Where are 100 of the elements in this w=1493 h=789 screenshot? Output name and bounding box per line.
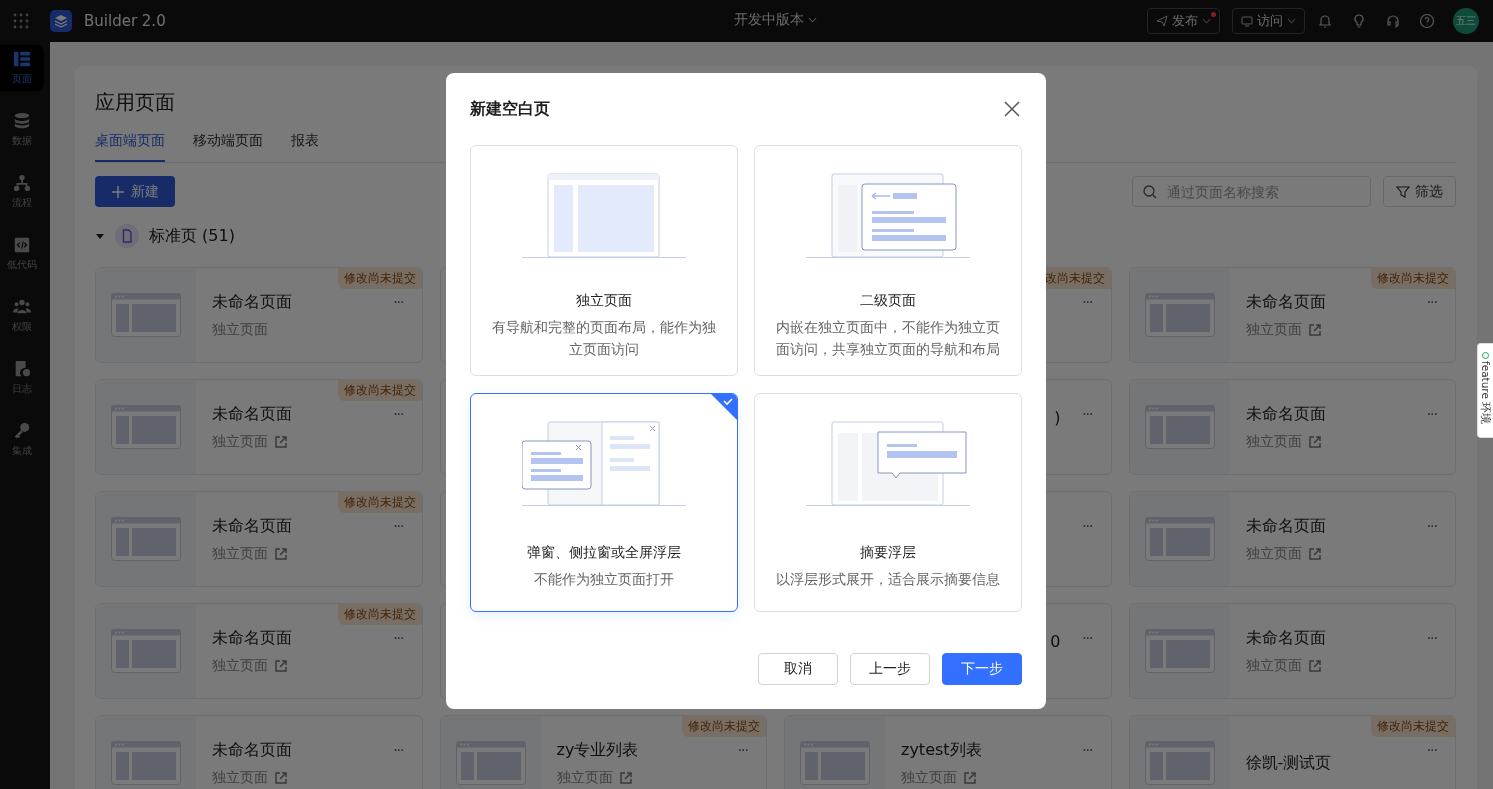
unsubmitted-badge: 修改尚未提交 bbox=[1371, 716, 1455, 737]
unsubmitted-badge: 修改尚未提交 bbox=[337, 604, 422, 625]
more-button[interactable]: ··· bbox=[1426, 630, 1437, 646]
hierarchy-icon bbox=[13, 174, 31, 192]
help-icon[interactable] bbox=[1419, 13, 1435, 29]
page-card[interactable]: 未命名页面 独立页面 ··· bbox=[1128, 603, 1456, 699]
app-grid-icon[interactable] bbox=[12, 12, 30, 30]
page-type: 独立页面 bbox=[212, 320, 268, 339]
dialog-title: 新建空白页 bbox=[470, 98, 550, 120]
more-button[interactable]: ··· bbox=[393, 294, 404, 310]
monitor-icon bbox=[1241, 15, 1253, 27]
more-button[interactable]: ··· bbox=[1082, 294, 1093, 310]
page-card[interactable]: 徐凯-测试页 ··· 修改尚未提交 bbox=[1128, 715, 1456, 789]
page-layout-icon bbox=[111, 517, 181, 561]
bell-icon[interactable] bbox=[1317, 13, 1333, 29]
environment-tab[interactable]: feature 环境 bbox=[1477, 343, 1493, 438]
page-name: 徐凯-测试页 bbox=[1245, 752, 1332, 774]
filter-icon bbox=[1396, 184, 1410, 199]
unsubmitted-badge: 修改尚未提交 bbox=[337, 380, 422, 401]
page-card[interactable]: zy专业列表 独立页面 ··· 修改尚未提交 bbox=[439, 715, 767, 789]
page-name: 未命名页面 bbox=[212, 739, 292, 761]
page-type: 独立页面 bbox=[556, 768, 613, 787]
tab[interactable]: 报表 bbox=[291, 126, 319, 162]
page-type: 独立页面 bbox=[901, 768, 957, 787]
page-name: 未命名页面 bbox=[212, 403, 292, 425]
page-name: 未命名页面 bbox=[1245, 627, 1326, 649]
external-link-icon[interactable] bbox=[1307, 322, 1322, 337]
environment-label: feature 环境 bbox=[1480, 361, 1492, 425]
filter-button[interactable]: 筛选 bbox=[1383, 176, 1456, 207]
page-name: zy专业列表 bbox=[556, 739, 639, 761]
dialog-button[interactable]: 取消 bbox=[758, 653, 838, 685]
page-name: 未命名页面 bbox=[212, 291, 292, 313]
more-button[interactable]: ··· bbox=[393, 406, 404, 422]
new-button[interactable]: 新建 bbox=[95, 176, 175, 207]
page-card[interactable]: 未命名页面 独立页面 ··· 修改尚未提交 bbox=[95, 491, 423, 587]
external-link-icon[interactable] bbox=[618, 770, 633, 785]
publish-button[interactable]: 发布 bbox=[1147, 8, 1220, 34]
external-link-icon[interactable] bbox=[274, 434, 288, 449]
log-icon bbox=[13, 360, 31, 378]
app-name: Builder 2.0 bbox=[84, 12, 166, 30]
page-layout-icon bbox=[1144, 293, 1215, 337]
external-link-icon[interactable] bbox=[963, 770, 977, 785]
page-card[interactable]: 未命名页面 独立页面 ··· 修改尚未提交 bbox=[95, 603, 423, 699]
caret-icon[interactable] bbox=[95, 231, 105, 241]
page-type-option[interactable]: 弹窗、侧拉窗或全屏浮层 不能作为独立页面打开 bbox=[470, 393, 738, 612]
page-card[interactable]: zytest列表 独立页面 ··· bbox=[784, 715, 1112, 789]
page-layout-icon bbox=[1144, 405, 1215, 449]
page-card[interactable]: 未命名页面 独立页面 ··· 修改尚未提交 bbox=[95, 267, 423, 363]
more-button[interactable]: ··· bbox=[1082, 630, 1093, 646]
unsubmitted-badge: 修改尚未提交 bbox=[682, 716, 766, 737]
page-card[interactable]: 未命名页面 独立页面 ··· bbox=[1128, 379, 1456, 475]
version-dropdown[interactable]: 开发中版本 bbox=[734, 11, 817, 29]
external-link-icon[interactable] bbox=[1307, 546, 1322, 561]
more-button[interactable]: ··· bbox=[1426, 406, 1437, 422]
more-button[interactable]: ··· bbox=[1082, 518, 1093, 534]
external-link-icon[interactable] bbox=[274, 546, 288, 561]
external-link-icon[interactable] bbox=[274, 770, 288, 785]
more-button[interactable]: ··· bbox=[1426, 518, 1437, 534]
unsubmitted-badge: 修改尚未提交 bbox=[337, 492, 422, 513]
close-icon[interactable] bbox=[1004, 101, 1020, 117]
page-layout-icon bbox=[455, 741, 526, 785]
external-link-icon[interactable] bbox=[1307, 434, 1322, 449]
page-card[interactable]: 未命名页面 独立页面 ··· 修改尚未提交 bbox=[1128, 267, 1456, 363]
page-layout-icon bbox=[800, 741, 870, 785]
page-type-option[interactable]: 二级页面 内嵌在独立页面中，不能作为独立页面访问，共享独立页面的导航和布局 bbox=[754, 145, 1022, 376]
layout-icon bbox=[13, 50, 31, 68]
send-icon bbox=[1156, 15, 1168, 27]
page-card[interactable]: 未命名页面 独立页面 ··· bbox=[1128, 491, 1456, 587]
headset-icon[interactable] bbox=[1385, 13, 1401, 29]
tab[interactable]: 桌面端页面 bbox=[95, 126, 165, 162]
more-button[interactable]: ··· bbox=[393, 518, 404, 534]
more-button[interactable]: ··· bbox=[737, 742, 748, 758]
tab[interactable]: 移动端页面 bbox=[193, 126, 263, 162]
page-layout-icon bbox=[1144, 517, 1215, 561]
plus-icon bbox=[111, 184, 125, 199]
page-type-option[interactable]: 独立页面 有导航和完整的页面布局，能作为独立页面访问 bbox=[470, 145, 738, 376]
more-button[interactable]: ··· bbox=[1082, 406, 1093, 422]
more-button[interactable]: ··· bbox=[1426, 294, 1437, 310]
user-avatar[interactable]: 五三 bbox=[1453, 8, 1479, 34]
page-type: 独立页面 bbox=[212, 432, 268, 451]
next-button[interactable]: 下一步 bbox=[942, 653, 1022, 685]
visit-button[interactable]: 访问 bbox=[1232, 8, 1305, 34]
page-name: 未命名页面 bbox=[212, 627, 292, 649]
more-button[interactable]: ··· bbox=[1082, 742, 1093, 758]
search-icon bbox=[1143, 185, 1157, 199]
unsubmitted-badge: 修改尚未提交 bbox=[1371, 268, 1455, 289]
dialog-button[interactable]: 上一步 bbox=[850, 653, 930, 685]
external-link-icon[interactable] bbox=[1307, 658, 1322, 673]
lightbulb-icon[interactable] bbox=[1351, 13, 1367, 29]
more-button[interactable]: ··· bbox=[1426, 742, 1437, 758]
more-button[interactable]: ··· bbox=[393, 742, 404, 758]
page-layout-icon bbox=[111, 629, 181, 673]
page-card[interactable]: 未命名页面 独立页面 ··· bbox=[95, 715, 423, 789]
external-link-icon[interactable] bbox=[274, 658, 288, 673]
checkmark-icon bbox=[711, 394, 737, 420]
more-button[interactable]: ··· bbox=[393, 630, 404, 646]
page-type: 独立页面 bbox=[1245, 432, 1302, 451]
page-name: ) bbox=[1054, 408, 1061, 427]
page-type-option[interactable]: 摘要浮层 以浮层形式展开，适合展示摘要信息 bbox=[754, 393, 1022, 612]
page-card[interactable]: 未命名页面 独立页面 ··· 修改尚未提交 bbox=[95, 379, 423, 475]
